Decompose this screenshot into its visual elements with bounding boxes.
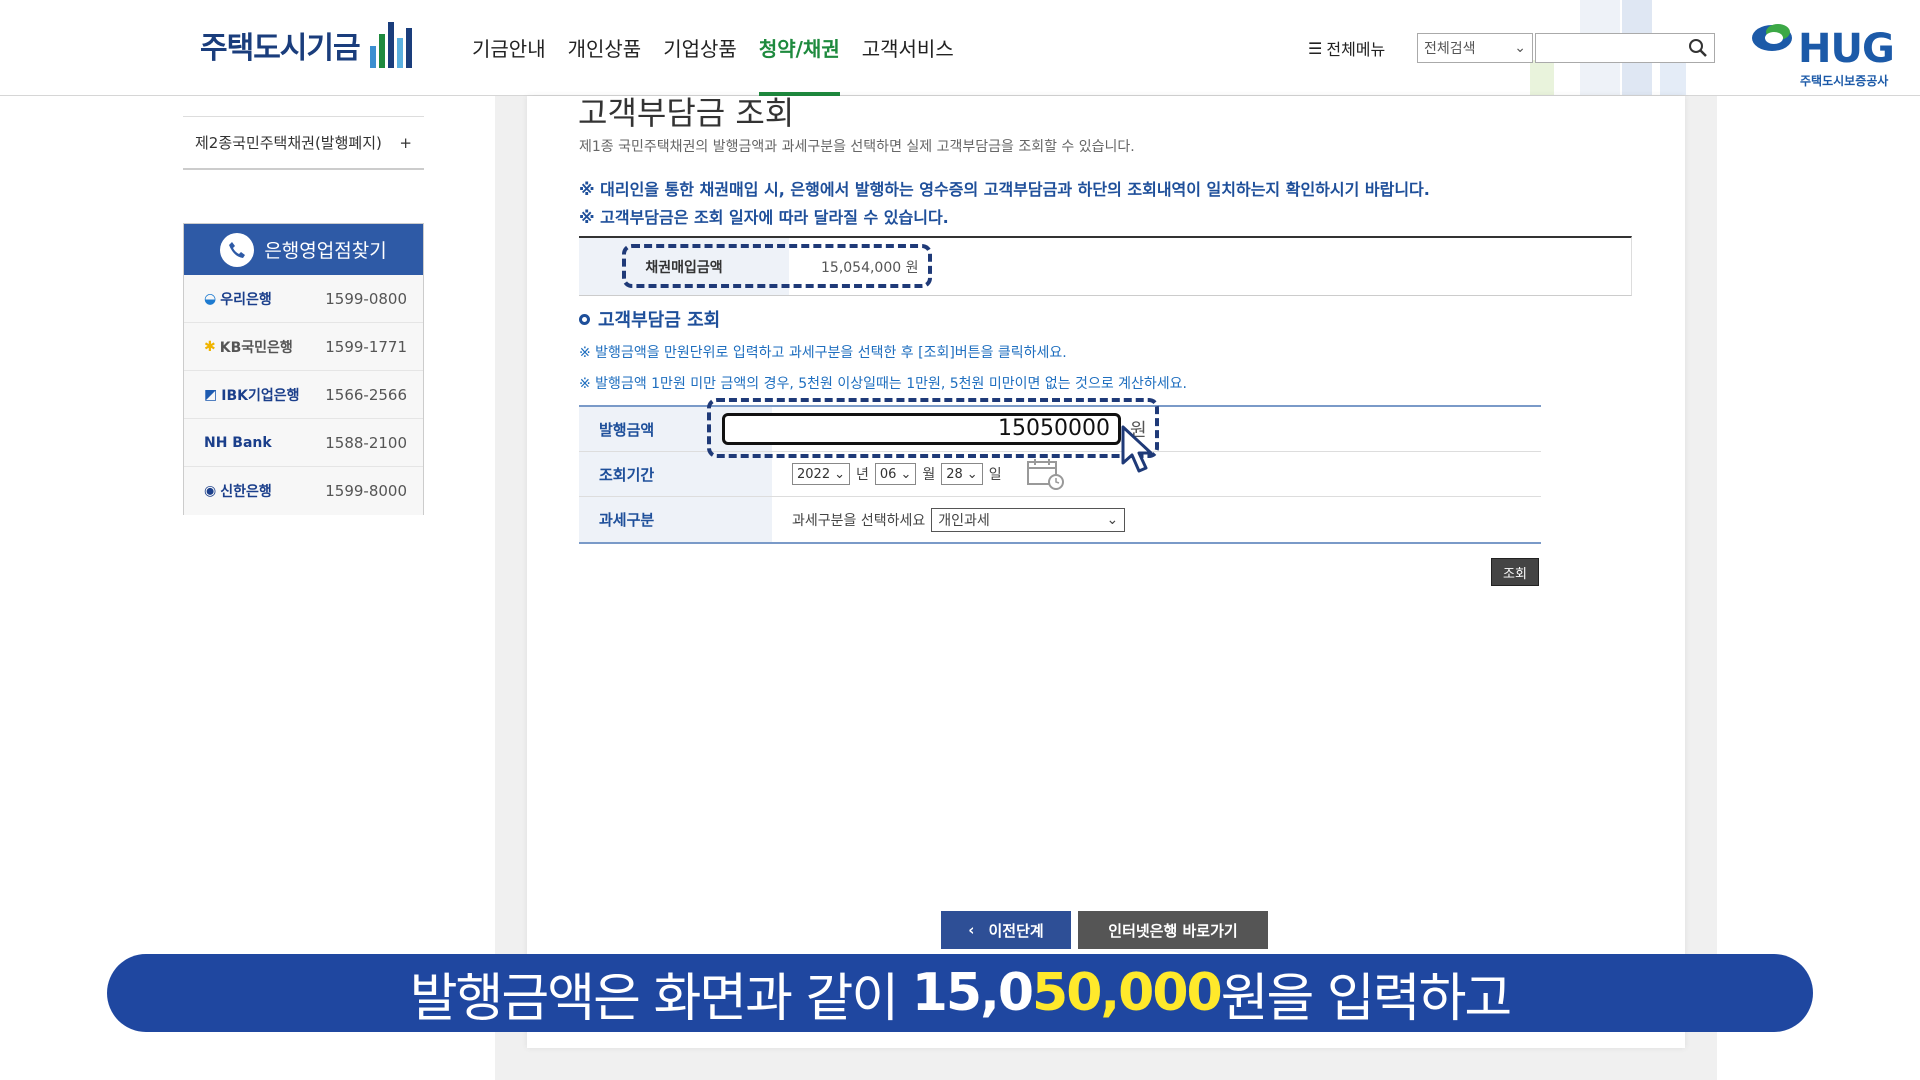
bank-finder-header: 은행영업점찾기 [184,224,423,275]
caption-highlight: 50,000 [1032,963,1223,1023]
woori-logo-icon: ◒ [204,290,217,307]
highlight-box [707,398,1159,458]
day-value: 28 [946,466,963,482]
page-title: 고객부담금 조회 [578,94,795,132]
kb-logo-icon: ✱ [204,338,216,355]
all-menu-label: 전체메뉴 [1326,40,1386,59]
search-icon[interactable] [1688,38,1708,58]
day-select[interactable]: 28 ⌄ [941,463,983,485]
chevron-down-icon: ⌄ [900,466,912,482]
ibk-logo-icon: ◩ [204,386,218,403]
shinhan-logo-icon: ◉ [204,483,217,499]
query-button[interactable]: 조회 [1491,558,1539,586]
site-header: 주택도시기금 기금안내 개인상품 기업상품 청약/채권 고객서비스 ☰ 전체메뉴… [0,0,1920,96]
page-description: 제1종 국민주택채권의 발행금액과 과세구분을 선택하면 실제 고객부담금을 조… [579,139,1135,155]
bank-row-ibk[interactable]: ◩ IBK기업은행 1566-2566 [184,371,423,419]
bank-row-nh[interactable]: NH Bank 1588-2100 [184,419,423,467]
day-unit: 일 [988,467,1002,483]
caption-after: 원을 입력하고 [1220,968,1513,1029]
year-unit: 년 [856,467,869,483]
chevron-down-icon: ⌄ [966,466,978,482]
month-value: 06 [879,466,897,482]
date-cell: 2022 ⌄ 년 06 ⌄ 월 28 ⌄ 일 [772,452,1541,496]
all-menu-button[interactable]: ☰ 전체메뉴 [1308,36,1385,60]
logo-mark-icon [369,22,412,68]
highlight-box [622,244,932,288]
bank-phone: 1599-8000 [325,482,407,500]
bank-name: ◩ IBK기업은행 [204,385,299,405]
chevron-down-icon: ⌄ [1106,511,1119,528]
guide-line: ※ 발행금액을 만원단위로 입력하고 과세구분을 선택한 후 [조회]버튼을 클… [579,345,1067,361]
main-nav: 기금안내 개인상품 기업상품 청약/채권 고객서비스 [472,33,954,96]
logo-text: 주택도시기금 [200,31,361,66]
hug-symbol-icon [1752,24,1792,51]
chevron-left-icon: ‹ [968,921,975,939]
sidebar-item-second-class-bond[interactable]: 제2종국민주택채권(발행폐지) + [183,116,424,170]
bank-row-shinhan[interactable]: ◉ 신한은행 1599-8000 [184,467,423,515]
bank-name-text: IBK기업은행 [221,387,300,404]
internet-bank-button[interactable]: 인터넷은행 바로가기 [1078,911,1268,949]
month-unit: 월 [922,467,936,483]
bank-row-kb[interactable]: ✱ KB국민은행 1599-1771 [184,323,423,371]
bank-row-woori[interactable]: ◒ 우리은행 1599-0800 [184,275,423,323]
bank-name: ◉ 신한은행 [204,481,272,501]
month-select[interactable]: 06 ⌄ [874,463,917,485]
bank-name: NH Bank [204,434,272,451]
site-logo[interactable]: 주택도시기금 [200,22,412,68]
nav-personal-products[interactable]: 개인상품 [568,33,642,96]
bank-name-text: 우리은행 [220,291,272,308]
caption-before: 발행금액은 화면과 같이 [409,968,912,1029]
bank-name-text: 신한은행 [220,484,272,500]
calendar-icon[interactable] [1026,457,1066,491]
year-select[interactable]: 2022 ⌄ [792,463,850,485]
bank-name: ◒ 우리은행 [204,289,272,309]
mouse-cursor-icon [1121,425,1153,473]
nav-subscription-bonds[interactable]: 청약/채권 [758,33,840,96]
bank-name: ✱ KB국민은행 [204,337,293,357]
section-title: 고객부담금 조회 [579,306,720,332]
prev-step-label: 이전단계 [988,921,1044,940]
bank-phone: 1599-0800 [325,289,407,308]
tax-label: 과세구분 [579,497,772,542]
notice-line: ※ 대리인을 통한 채권매입 시, 은행에서 발행하는 영수증의 고객부담금과 … [579,180,1430,199]
chevron-down-icon: ⌄ [1514,40,1526,56]
nav-fund-info[interactable]: 기금안내 [472,33,546,96]
date-label: 조회기간 [579,452,772,496]
sidebar-item-label: 제2종국민주택채권(발행폐지) [195,134,382,152]
guide-line: ※ 발행금액 1만원 미만 금액의 경우, 5천원 이상일때는 1만원, 5천원… [579,376,1188,392]
tax-prompt: 과세구분을 선택하세요 [792,512,926,529]
hug-brand-sub: 주택도시보증공사 [1800,74,1889,88]
year-value: 2022 [797,466,831,482]
nav-corporate-products[interactable]: 기업상품 [663,33,737,96]
chevron-down-icon: ⌄ [834,466,845,482]
form-row-tax: 과세구분 과세구분을 선택하세요 개인과세 ⌄ [579,497,1541,542]
search-scope-select[interactable]: 전체검색 ⌄ [1417,33,1533,63]
bank-finder-title: 은행영업점찾기 [264,240,387,262]
search-scope-value: 전체검색 [1424,41,1476,57]
hug-brand: HUG [1798,26,1895,72]
bank-finder: 은행영업점찾기 ◒ 우리은행 1599-0800 ✱ KB국민은행 1599-177… [183,223,424,515]
section-title-text: 고객부담금 조회 [598,310,721,331]
bank-phone: 1599-1771 [325,337,407,356]
phone-icon [220,232,255,267]
hamburger-icon: ☰ [1308,38,1323,58]
nav-customer-service[interactable]: 고객서비스 [862,33,954,96]
expand-icon: + [399,133,412,152]
bank-name-text: KB국민은행 [219,339,293,356]
caption-bold: 15,0 [911,963,1034,1023]
bullet-icon [579,313,590,325]
tax-value: 개인과세 [938,512,990,529]
bank-phone: 1588-2100 [325,433,407,452]
tax-type-select[interactable]: 개인과세 ⌄ [931,507,1126,532]
tax-cell: 과세구분을 선택하세요 개인과세 ⌄ [772,497,1541,542]
prev-step-button[interactable]: ‹ 이전단계 [941,911,1071,949]
subtitle-caption: 발행금액은 화면과 같이 15,0 50,000 원을 입력하고 [107,954,1813,1032]
bank-phone: 1566-2566 [325,385,407,404]
notice-line: ※ 고객부담금은 조회 일자에 따라 달라질 수 있습니다. [579,208,949,227]
form-row-date: 조회기간 2022 ⌄ 년 06 ⌄ 월 28 ⌄ 일 [579,452,1541,497]
